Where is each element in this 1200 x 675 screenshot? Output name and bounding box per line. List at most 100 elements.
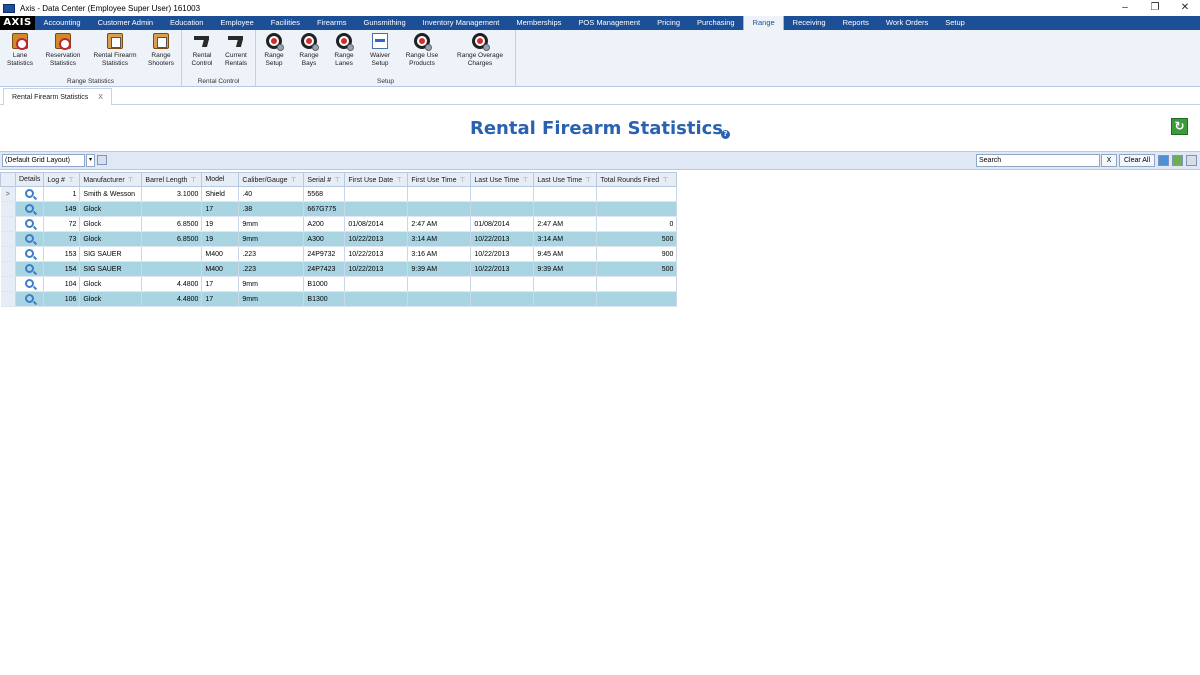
menu-setup[interactable]: Setup bbox=[937, 16, 974, 30]
magnifier-icon[interactable] bbox=[25, 263, 35, 273]
edit-icon[interactable] bbox=[1158, 155, 1169, 166]
row-selector[interactable]: > bbox=[0, 186, 16, 202]
filter-icon[interactable]: ⊤ bbox=[190, 177, 196, 184]
current-rentals-button[interactable]: Current Rentals bbox=[220, 33, 252, 67]
filter-icon[interactable]: ⊤ bbox=[662, 177, 668, 184]
clear-all-button[interactable]: Clear All bbox=[1119, 154, 1155, 167]
menu-education[interactable]: Education bbox=[162, 16, 212, 30]
menu-work-orders[interactable]: Work Orders bbox=[877, 16, 936, 30]
menu-pricing[interactable]: Pricing bbox=[649, 16, 689, 30]
column-header-log[interactable]: Log # ⊤ bbox=[43, 172, 81, 187]
table-row[interactable]: 104 Glock 4.4800 17 9mm B1000 bbox=[0, 276, 678, 292]
column-header-model[interactable]: Model bbox=[201, 172, 240, 187]
column-header-manufacturer[interactable]: Manufacturer ⊤ bbox=[79, 172, 143, 187]
range-overage-charges-button[interactable]: Range Overage Charges bbox=[449, 33, 511, 67]
column-header-first-use-time[interactable]: First Use Time ⊤ bbox=[407, 172, 472, 187]
cell-details[interactable] bbox=[15, 261, 45, 277]
range-setup-button[interactable]: Range Setup bbox=[259, 33, 289, 67]
waiver-setup-button[interactable]: Waiver Setup bbox=[364, 33, 396, 67]
column-header-total-rounds[interactable]: Total Rounds Fired ⊤ bbox=[596, 172, 678, 187]
magnifier-icon[interactable] bbox=[25, 188, 35, 198]
range-use-products-button[interactable]: Range Use Products bbox=[401, 33, 443, 67]
filter-icon[interactable]: ⊤ bbox=[460, 177, 466, 184]
filter-icon[interactable]: ⊤ bbox=[396, 177, 402, 184]
table-row[interactable]: 149 Glock 17.38 667G775 bbox=[0, 201, 678, 217]
grid-layout-select[interactable]: (Default Grid Layout) bbox=[2, 154, 85, 167]
magnifier-icon[interactable] bbox=[25, 233, 35, 243]
menu-inventory-management[interactable]: Inventory Management bbox=[414, 16, 508, 30]
restore-button[interactable]: ❐ bbox=[1140, 0, 1170, 16]
cell-details[interactable] bbox=[15, 201, 45, 217]
menu-pos-management[interactable]: POS Management bbox=[570, 16, 649, 30]
menu-firearms[interactable]: Firearms bbox=[308, 16, 355, 30]
row-selector[interactable] bbox=[0, 291, 16, 307]
row-selector[interactable] bbox=[0, 231, 16, 247]
filter-icon[interactable]: ⊤ bbox=[585, 177, 591, 184]
column-header-caliber[interactable]: Caliber/Gauge ⊤ bbox=[238, 172, 305, 187]
magnifier-icon[interactable] bbox=[25, 278, 35, 288]
save-layout-icon[interactable] bbox=[97, 155, 107, 165]
column-header-last-use-time[interactable]: Last Use Time ⊤ bbox=[533, 172, 598, 187]
range-bays-button[interactable]: Range Bays bbox=[294, 33, 324, 67]
row-selector[interactable] bbox=[0, 261, 16, 277]
column-header-barrel-length[interactable]: Barrel Length ⊤ bbox=[141, 172, 203, 187]
row-selector[interactable] bbox=[0, 201, 16, 217]
chevron-down-icon[interactable]: ▾ bbox=[86, 154, 95, 167]
row-selector[interactable] bbox=[0, 216, 16, 232]
cell-details[interactable] bbox=[15, 291, 45, 307]
rental-firearm-statistics-button[interactable]: Rental Firearm Statistics bbox=[88, 33, 142, 67]
rental-control-button[interactable]: Rental Control bbox=[186, 33, 218, 67]
filter-icon[interactable]: ⊤ bbox=[68, 177, 74, 184]
help-icon[interactable]: ? bbox=[721, 130, 731, 139]
refresh-button[interactable]: ↻ bbox=[1171, 118, 1188, 135]
export-icon[interactable] bbox=[1172, 155, 1183, 166]
table-row[interactable]: 153 SIG SAUER M400.223 24P9732 10/22/2013 3:1… bbox=[0, 246, 678, 262]
cell-details[interactable] bbox=[15, 216, 45, 232]
menu-purchasing[interactable]: Purchasing bbox=[689, 16, 744, 30]
reservation-statistics-button[interactable]: Reservation Statistics bbox=[42, 33, 84, 67]
menu-customer-admin[interactable]: Customer Admin bbox=[89, 16, 161, 30]
magnifier-icon[interactable] bbox=[25, 293, 35, 303]
cell-details[interactable] bbox=[15, 231, 45, 247]
tab-close-icon[interactable]: X bbox=[98, 94, 103, 101]
search-input[interactable]: Search bbox=[976, 154, 1100, 167]
magnifier-icon[interactable] bbox=[25, 203, 35, 213]
table-row[interactable]: 72 Glock 6.8500 19 9mm A200 01/08/2014 2:47 AM 0… bbox=[0, 216, 678, 232]
column-chooser-icon[interactable] bbox=[1186, 155, 1197, 166]
magnifier-icon[interactable] bbox=[25, 218, 35, 228]
clear-search-button[interactable]: X bbox=[1101, 154, 1117, 167]
tab-rental-firearm-statistics[interactable]: Rental Firearm Statistics X bbox=[3, 88, 112, 105]
cell-manufacturer: Glock bbox=[79, 201, 143, 217]
filter-icon[interactable]: ⊤ bbox=[522, 177, 528, 184]
menu-receiving[interactable]: Receiving bbox=[784, 16, 834, 30]
lane-statistics-button[interactable]: Lane Statistics bbox=[4, 33, 36, 67]
table-row[interactable]: 106 Glock 4.4800 17 9mm B1300 bbox=[0, 291, 678, 307]
cell-details[interactable] bbox=[15, 186, 45, 202]
menu-employee[interactable]: Employee bbox=[212, 16, 262, 30]
table-row[interactable]: 73 Glock 6.8500 19 9mm A300 10/22/2013 3:14 AM 1… bbox=[0, 231, 678, 247]
cell-details[interactable] bbox=[15, 246, 45, 262]
minimize-button[interactable]: – bbox=[1110, 0, 1140, 16]
menu-facilities[interactable]: Facilities bbox=[262, 16, 308, 30]
menu-range[interactable]: Range bbox=[743, 16, 785, 30]
menu-accounting[interactable]: Accounting bbox=[35, 16, 89, 30]
table-row[interactable]: >1 Smith & Wesson 3.1000 Shield .40 5568 bbox=[0, 186, 678, 202]
table-row[interactable]: 154 SIG SAUER M400.223 24P7423 10/22/2013 9:3… bbox=[0, 261, 678, 277]
row-selector[interactable] bbox=[0, 276, 16, 292]
filter-icon[interactable]: ⊤ bbox=[334, 177, 340, 184]
cell-details[interactable] bbox=[15, 276, 45, 292]
close-button[interactable]: ✕ bbox=[1170, 0, 1200, 16]
column-header-serial[interactable]: Serial # ⊤ bbox=[303, 172, 346, 187]
column-header-last-use-date[interactable]: Last Use Time ⊤ bbox=[470, 172, 535, 187]
menu-gunsmithing[interactable]: Gunsmithing bbox=[355, 16, 414, 30]
menu-reports[interactable]: Reports bbox=[834, 16, 877, 30]
row-selector[interactable] bbox=[0, 246, 16, 262]
menu-memberships[interactable]: Memberships bbox=[508, 16, 570, 30]
column-header-details[interactable]: Details bbox=[14, 172, 45, 187]
range-shooters-button[interactable]: Range Shooters bbox=[144, 33, 178, 67]
filter-icon[interactable]: ⊤ bbox=[128, 177, 134, 184]
magnifier-icon[interactable] bbox=[25, 248, 35, 258]
column-header-first-use-date[interactable]: First Use Date ⊤ bbox=[344, 172, 409, 187]
filter-icon[interactable]: ⊤ bbox=[291, 177, 297, 184]
range-lanes-button[interactable]: Range Lanes bbox=[329, 33, 359, 67]
